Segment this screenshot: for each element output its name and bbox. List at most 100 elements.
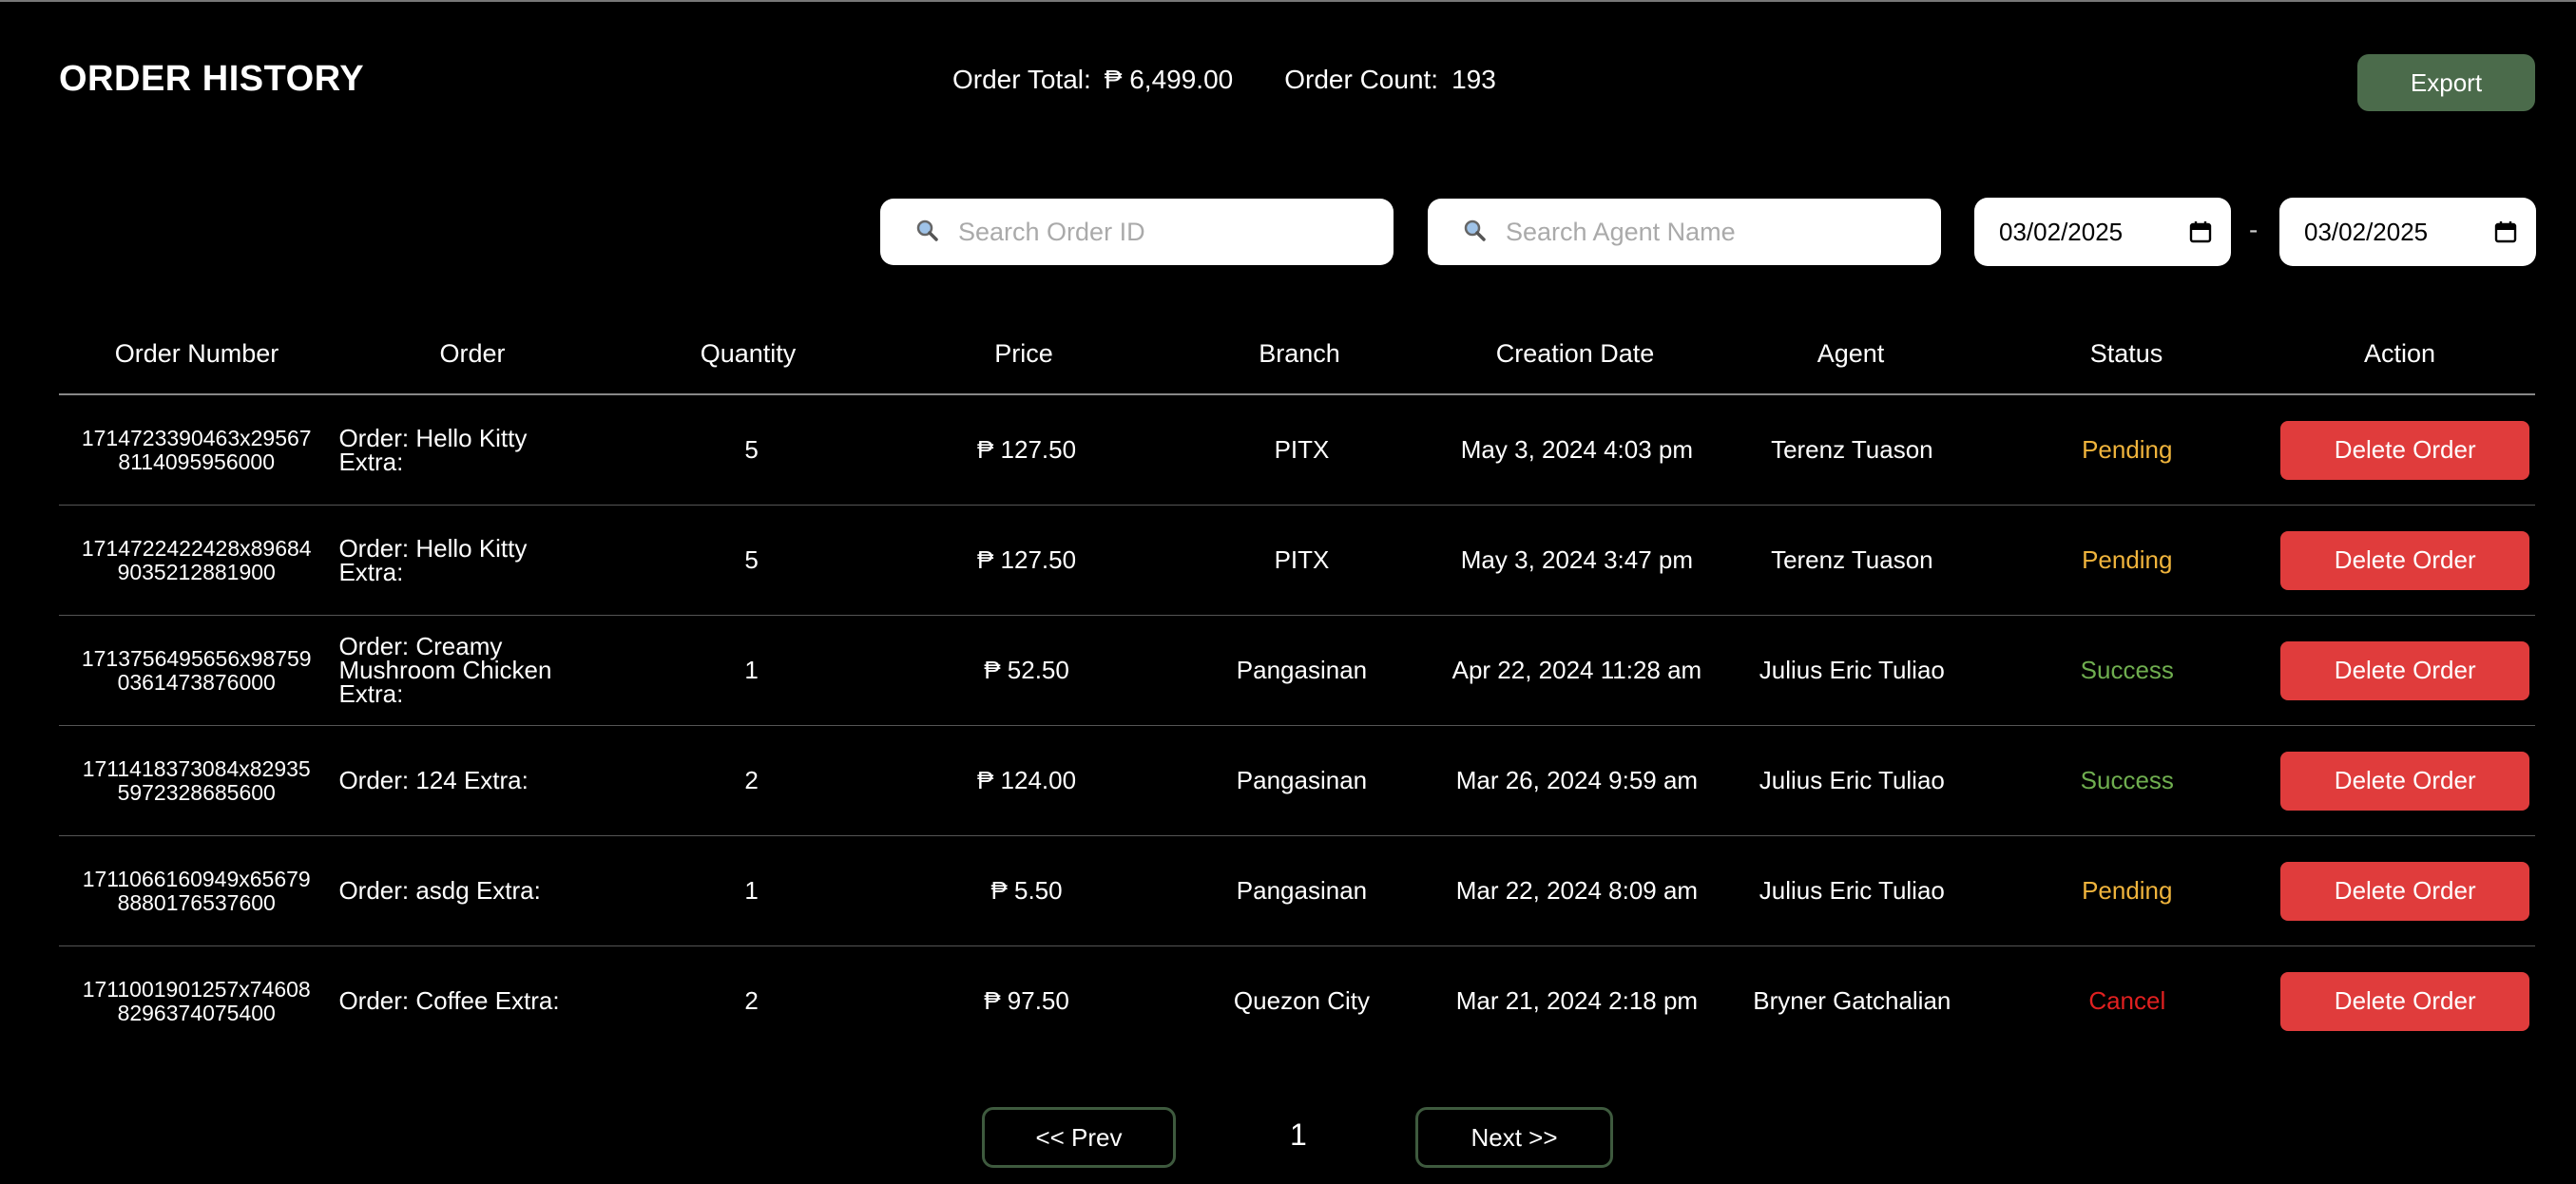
table-row: 1711001901257x74608 8296374075400 Order: …	[59, 946, 2535, 1056]
page-title: ORDER HISTORY	[59, 59, 365, 99]
agent-cell: Bryner Gatchalian	[1753, 986, 1951, 1015]
order-count-value: 193	[1451, 65, 1496, 94]
branch-cell: Pangasinan	[1236, 876, 1368, 905]
action-cell: Delete Order	[2265, 861, 2535, 921]
table-row: 1713756495656x98759 0361473876000 Order: …	[59, 616, 2535, 726]
action-cell: Delete Order	[2265, 530, 2535, 590]
price-cell: ₱ 97.50	[984, 986, 1069, 1015]
status-badge: Success	[2080, 656, 2174, 684]
calendar-icon[interactable]	[2189, 220, 2212, 243]
order-number-cell: 1711001901257x74608 8296374075400	[82, 976, 311, 1025]
branch-cell: Pangasinan	[1236, 766, 1368, 794]
prev-page-button[interactable]: << Prev	[982, 1107, 1176, 1168]
next-page-button[interactable]: Next >>	[1415, 1107, 1613, 1168]
price-cell: ₱ 5.50	[990, 876, 1063, 905]
order-total-value: ₱ 6,499.00	[1104, 65, 1234, 94]
date-to-input[interactable]: 03/02/2025	[2279, 198, 2536, 266]
order-cell: Order: Coffee Extra:	[338, 986, 560, 1015]
status-badge: Pending	[2082, 876, 2173, 905]
order-count-label: Order Count:	[1284, 65, 1439, 94]
order-number-cell: 1711066160949x65679 8880176537600	[82, 866, 311, 915]
status-badge: Success	[2080, 766, 2174, 794]
order-count: Order Count: 193	[1284, 65, 1496, 95]
order-summary: Order Total: ₱ 6,499.00 Order Count: 193	[952, 65, 1496, 95]
column-header[interactable]: Order Number	[59, 340, 335, 366]
branch-cell: Quezon City	[1233, 986, 1370, 1015]
delete-order-button[interactable]: Delete Order	[2280, 861, 2530, 921]
table-body: 1714723390463x29567 8114095956000 Order: …	[59, 395, 2535, 1056]
column-header[interactable]: Status	[1989, 339, 2264, 369]
quantity-cell: 2	[744, 986, 759, 1015]
order-total: Order Total: ₱ 6,499.00	[952, 65, 1233, 95]
search-order-id-input[interactable]	[956, 216, 1359, 248]
agent-cell: Julius Eric Tuliao	[1759, 876, 1945, 905]
quantity-cell: 5	[744, 435, 759, 464]
order-number-cell: 1711418373084x82935 5972328685600	[82, 755, 311, 805]
order-number-cell: 1713756495656x98759 0361473876000	[81, 645, 312, 695]
date-separator: -	[2249, 215, 2259, 244]
search-order-id[interactable]	[880, 199, 1394, 265]
quantity-cell: 1	[744, 656, 759, 684]
status-badge: Cancel	[2088, 986, 2166, 1015]
table-row: 1714722422428x89684 9035212881900 Order: …	[59, 506, 2535, 616]
search-agent-name-input[interactable]	[1504, 216, 1907, 248]
quantity-cell: 1	[744, 876, 759, 905]
action-cell: Delete Order	[2265, 751, 2535, 811]
table-row: 1711418373084x82935 5972328685600 Order: …	[59, 726, 2535, 836]
action-cell: Delete Order	[2265, 971, 2535, 1031]
price-cell: ₱ 127.50	[976, 545, 1077, 574]
order-cell: Order: Hello Kitty Extra:	[338, 423, 528, 476]
price-cell: ₱ 127.50	[976, 435, 1077, 464]
column-header[interactable]: Agent	[1713, 339, 1989, 369]
creation-date-cell: May 3, 2024 4:03 pm	[1460, 435, 1694, 464]
quantity-cell: 5	[744, 545, 759, 574]
order-cell: Order: asdg Extra:	[338, 876, 541, 905]
delete-order-button[interactable]: Delete Order	[2280, 420, 2530, 480]
branch-cell: PITX	[1274, 435, 1330, 464]
agent-cell: Terenz Tuason	[1771, 435, 1933, 464]
search-icon	[1462, 218, 1490, 246]
search-icon	[914, 218, 943, 246]
price-cell: ₱ 52.50	[984, 656, 1069, 684]
order-cell: Order: Creamy Mushroom Chicken Extra:	[338, 632, 552, 708]
export-button[interactable]: Export	[2357, 54, 2535, 111]
calendar-icon[interactable]	[2494, 220, 2517, 243]
column-header[interactable]: Order	[335, 339, 610, 369]
column-header[interactable]: Price	[886, 339, 1162, 369]
branch-cell: Pangasinan	[1236, 656, 1368, 684]
order-cell: Order: Hello Kitty Extra:	[338, 533, 528, 586]
orders-table: Order Number Order Quantity Price Branch…	[59, 314, 2535, 1056]
price-cell: ₱ 124.00	[976, 766, 1077, 794]
date-from-input[interactable]: 03/02/2025	[1974, 198, 2231, 266]
agent-cell: Julius Eric Tuliao	[1759, 656, 1945, 684]
delete-order-button[interactable]: Delete Order	[2280, 530, 2530, 590]
date-from-value: 03/02/2025	[1999, 217, 2124, 246]
order-total-label: Order Total:	[952, 65, 1091, 94]
order-cell: Order: 124 Extra:	[338, 766, 529, 794]
column-header[interactable]: Action	[2264, 339, 2535, 369]
column-header[interactable]: Branch	[1162, 339, 1437, 369]
order-number-cell: 1714722422428x89684 9035212881900	[81, 535, 312, 584]
creation-date-cell: Mar 26, 2024 9:59 am	[1455, 766, 1699, 794]
delete-order-button[interactable]: Delete Order	[2280, 640, 2530, 700]
table-row: 1714723390463x29567 8114095956000 Order: …	[59, 395, 2535, 506]
table-row: 1711066160949x65679 8880176537600 Order: …	[59, 836, 2535, 946]
delete-order-button[interactable]: Delete Order	[2280, 971, 2530, 1031]
delete-order-button[interactable]: Delete Order	[2280, 751, 2530, 811]
search-agent-name[interactable]	[1428, 199, 1941, 265]
status-badge: Pending	[2082, 435, 2173, 464]
branch-cell: PITX	[1274, 545, 1330, 574]
agent-cell: Julius Eric Tuliao	[1759, 766, 1945, 794]
creation-date-cell: Apr 22, 2024 11:28 am	[1451, 656, 1702, 684]
creation-date-cell: May 3, 2024 3:47 pm	[1460, 545, 1694, 574]
page-number: 1	[1290, 1117, 1307, 1152]
action-cell: Delete Order	[2265, 420, 2535, 480]
creation-date-cell: Mar 22, 2024 8:09 am	[1455, 876, 1699, 905]
order-number-cell: 1714723390463x29567 8114095956000	[81, 425, 312, 474]
creation-date-cell: Mar 21, 2024 2:18 pm	[1455, 986, 1699, 1015]
date-to-value: 03/02/2025	[2304, 217, 2429, 246]
column-header[interactable]: Quantity	[610, 339, 886, 369]
top-divider	[0, 0, 2576, 2]
status-badge: Pending	[2082, 545, 2173, 574]
column-header[interactable]: Creation Date	[1437, 339, 1713, 369]
